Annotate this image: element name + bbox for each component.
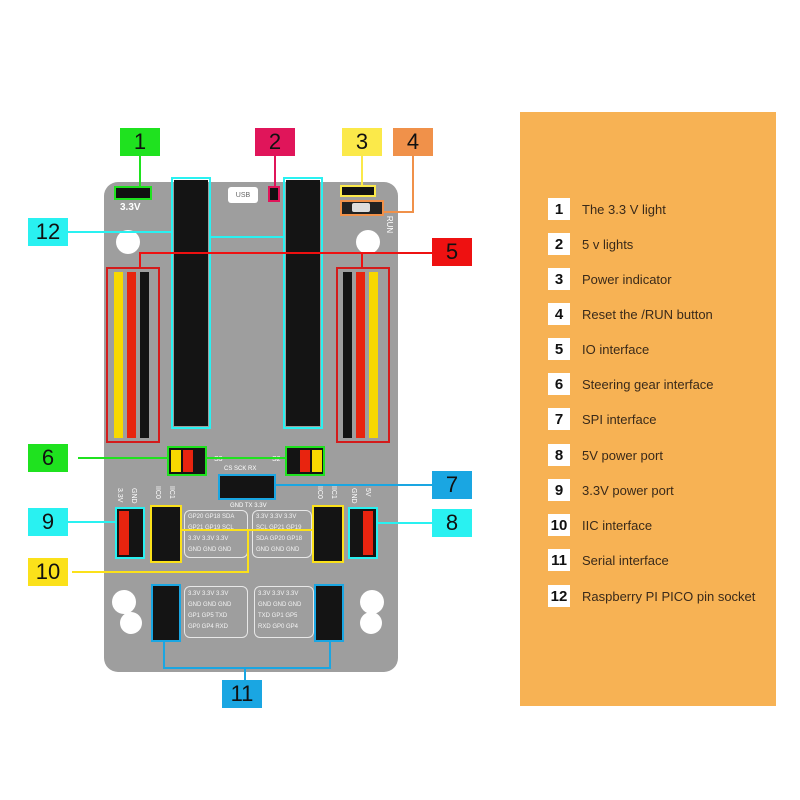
legend-text: 3.3V power port [582,482,674,498]
callout-number: 3 [355,129,369,154]
legend-item: 6 Steering gear interface [548,373,714,395]
line-5b [139,252,362,267]
legend-item: 9 3.3V power port [548,479,674,501]
legend-item: 3 Power indicator [548,268,672,290]
legend-number: 7 [548,408,570,430]
legend-text: IIC interface [582,517,653,533]
legend-number: 2 [548,233,570,255]
legend-number: 3 [548,268,570,290]
callout-10: 10 [28,558,68,586]
legend-item: 5 IO interface [548,338,649,360]
callout-number: 8 [445,510,459,535]
legend-number: 12 [548,585,570,607]
callout-number: 5 [445,239,459,264]
legend-number: 1 [548,198,570,220]
callout-number: 4 [406,129,420,154]
legend-text: Raspberry PI PICO pin socket [582,588,756,604]
legend-item: 7 SPI interface [548,408,656,430]
legend-item: 4 Reset the /RUN button [548,303,713,325]
callout-11: 11 [222,680,262,708]
legend-item: 2 5 v lights [548,233,633,255]
legend-number: 11 [548,549,570,571]
line-11 [163,642,331,669]
callout-number: 11 [230,681,254,706]
callout-2: 2 [255,128,295,156]
line-4 [384,155,414,213]
legend-text: 5V power port [582,447,663,463]
callout-9: 9 [28,508,68,536]
legend-number: 10 [548,514,570,536]
legend-text: The 3.3 V light [582,201,666,217]
legend-text: 5 v lights [582,236,634,252]
callout-number: 10 [35,559,61,584]
callout-number: 7 [445,472,459,497]
callout-number: 9 [41,509,55,534]
legend-number: 8 [548,444,570,466]
legend-number: 9 [548,479,570,501]
legend-text: Power indicator [582,271,672,287]
legend-item: 8 5V power port [548,444,663,466]
legend-text: Serial interface [582,552,669,568]
legend-number: 5 [548,338,570,360]
legend-item: 11 Serial interface [548,549,669,571]
callout-12: 12 [28,218,68,246]
legend-text: Reset the /RUN button [582,306,713,322]
callout-6: 6 [28,444,68,472]
callout-5: 5 [432,238,472,266]
callout-number: 6 [41,445,55,470]
legend-text: SPI interface [582,411,657,427]
legend-number: 4 [548,303,570,325]
line-10 [72,529,312,573]
legend-item: 1 The 3.3 V light [548,198,666,220]
callout-4: 4 [393,128,433,156]
legend-item: 12 Raspberry PI PICO pin socket [548,585,755,607]
callout-7: 7 [432,471,472,499]
legend-item: 10 IIC interface [548,514,652,536]
callout-number: 1 [133,129,147,154]
callout-1: 1 [120,128,160,156]
legend-list: 1 The 3.3 V light 2 5 v lights 3 Power indi… [520,112,776,706]
callout-number: 12 [35,219,61,244]
legend-text: IO interface [582,341,650,357]
line-5 [361,252,432,267]
legend-number: 6 [548,373,570,395]
callout-8: 8 [432,509,472,537]
callout-3: 3 [342,128,382,156]
legend-text: Steering gear interface [582,376,714,392]
callout-number: 2 [268,129,282,154]
